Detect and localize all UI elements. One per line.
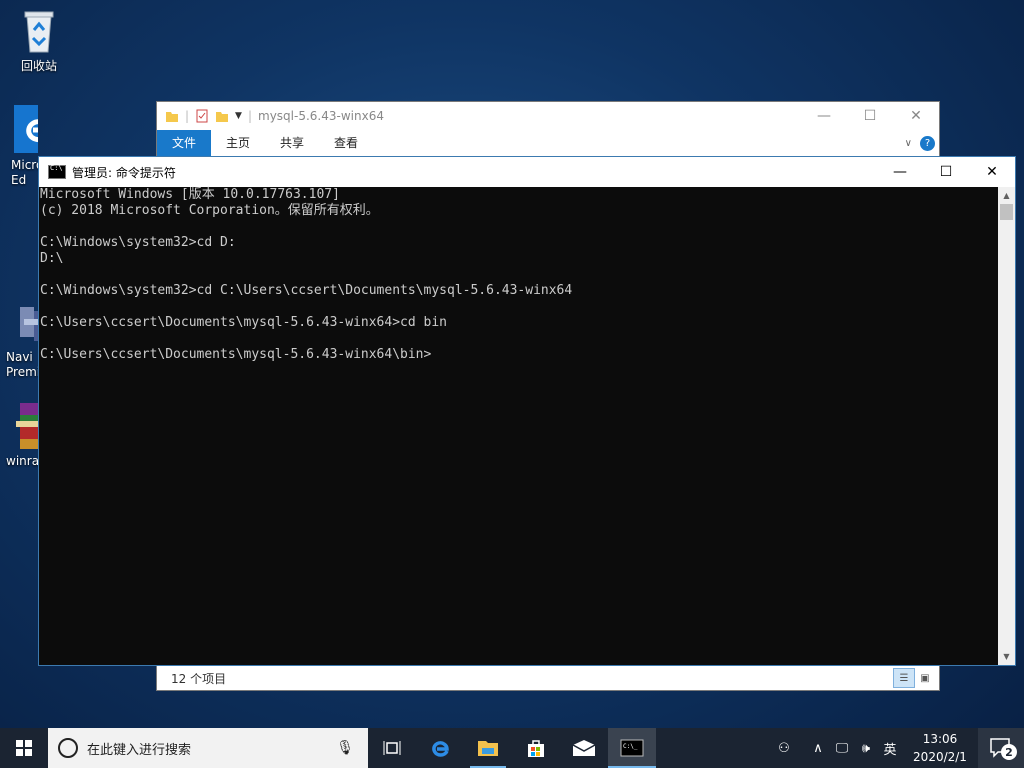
minimize-button[interactable]: — bbox=[877, 157, 923, 187]
explorer-title: mysql-5.6.43-winx64 bbox=[258, 109, 384, 123]
clock-time: 13:06 bbox=[922, 732, 958, 746]
start-button[interactable] bbox=[0, 728, 48, 768]
show-hidden-icons-icon[interactable]: ∧ bbox=[806, 741, 830, 756]
edge-icon bbox=[14, 105, 38, 153]
item-count: 12 个项目 bbox=[171, 671, 227, 686]
taskbar-edge[interactable] bbox=[416, 728, 464, 768]
tab-view[interactable]: 查看 bbox=[319, 130, 373, 156]
search-box[interactable]: 在此键入进行搜索 🎙 bbox=[48, 728, 368, 768]
desktop-icon-navicat[interactable]: Navi Premi bbox=[2, 305, 38, 380]
ribbon-tabs: 文件 主页 共享 查看 ∨ ? bbox=[157, 130, 939, 157]
cmd-title: 管理员: 命令提示符 bbox=[72, 165, 176, 180]
maximize-button[interactable]: ☐ bbox=[847, 102, 893, 130]
winrar-icon bbox=[16, 403, 38, 449]
action-center-button[interactable]: 2 bbox=[978, 728, 1024, 768]
cmd-icon bbox=[48, 164, 66, 179]
scroll-thumb[interactable] bbox=[1000, 204, 1013, 220]
cmd-icon: C:\_ bbox=[620, 739, 644, 757]
console-line: C:\Windows\system32>cd D: bbox=[40, 235, 236, 250]
desktop-icon-label: Navi Premi bbox=[6, 350, 38, 379]
console-line: (c) 2018 Microsoft Corporation。保留所有权利。 bbox=[40, 203, 379, 218]
close-button[interactable]: ✕ bbox=[969, 157, 1015, 187]
details-view-icon[interactable]: ☰ bbox=[893, 668, 915, 688]
store-icon bbox=[528, 740, 544, 757]
volume-icon[interactable]: 🕪 bbox=[854, 741, 878, 756]
desktop-icon-edge[interactable]: Micro Ed bbox=[2, 105, 38, 188]
tab-home[interactable]: 主页 bbox=[211, 130, 265, 156]
input-method-indicator[interactable]: 英 bbox=[878, 739, 902, 758]
quick-access-toolbar: | ▼ | bbox=[165, 109, 252, 123]
maximize-button[interactable]: ☐ bbox=[923, 157, 969, 187]
cmd-titlebar[interactable]: 管理员: 命令提示符 — ☐ ✕ bbox=[39, 157, 1015, 187]
task-view-icon bbox=[383, 741, 401, 755]
clock-date: 2020/2/1 bbox=[913, 750, 967, 764]
console-line: Microsoft Windows [版本 10.0.17763.107] bbox=[40, 187, 340, 202]
customize-qa-icon[interactable]: ▼ bbox=[235, 111, 242, 121]
notification-count-badge: 2 bbox=[1001, 744, 1017, 760]
console-line: D:\ bbox=[40, 251, 64, 266]
edge-icon bbox=[432, 741, 449, 757]
console-output[interactable]: Microsoft Windows [版本 10.0.17763.107] (c)… bbox=[39, 187, 999, 665]
vertical-scrollbar[interactable]: ▲ ▼ bbox=[998, 187, 1015, 665]
mail-icon bbox=[572, 740, 596, 756]
console-line: C:\Users\ccsert\Documents\mysql-5.6.43-w… bbox=[40, 347, 432, 362]
tab-share[interactable]: 共享 bbox=[265, 130, 319, 156]
taskbar-cmd[interactable]: C:\_ bbox=[608, 728, 656, 768]
folder-icon[interactable] bbox=[165, 109, 179, 123]
expand-ribbon-icon[interactable]: ∨ bbox=[905, 138, 912, 149]
clock[interactable]: 13:06 2020/2/1 bbox=[902, 730, 978, 766]
microphone-icon[interactable]: 🎙 bbox=[336, 740, 354, 756]
help-icon[interactable]: ? bbox=[920, 135, 935, 151]
taskbar: 在此键入进行搜索 🎙 C:\_ ⚇ ∧ 🖵 🕪 英 13:06 2020/2/1… bbox=[0, 728, 1024, 768]
desktop-icon-label: winra bbox=[6, 454, 38, 468]
taskbar-mail[interactable] bbox=[560, 728, 608, 768]
large-icons-view-icon[interactable]: ▣ bbox=[915, 669, 935, 687]
desktop-icon-winrar[interactable]: winra bbox=[2, 403, 38, 469]
file-explorer-icon bbox=[478, 741, 498, 756]
properties-icon[interactable] bbox=[195, 109, 209, 123]
console-line: C:\Users\ccsert\Documents\mysql-5.6.43-w… bbox=[40, 315, 447, 330]
scroll-down-icon[interactable]: ▼ bbox=[998, 648, 1015, 665]
close-button[interactable]: ✕ bbox=[893, 102, 939, 130]
svg-text:C:\_: C:\_ bbox=[623, 743, 638, 750]
console-line: C:\Windows\system32>cd C:\Users\ccsert\D… bbox=[40, 283, 573, 298]
minimize-button[interactable]: — bbox=[801, 102, 847, 130]
cortana-icon bbox=[58, 738, 78, 758]
desktop-icon-label: Micro Ed bbox=[11, 158, 38, 187]
network-icon[interactable]: 🖵 bbox=[830, 741, 854, 756]
task-view-button[interactable] bbox=[368, 728, 416, 768]
system-tray: ⚇ ∧ 🖵 🕪 英 13:06 2020/2/1 2 bbox=[772, 728, 1024, 768]
windows-logo-icon bbox=[16, 740, 32, 756]
scroll-up-icon[interactable]: ▲ bbox=[998, 187, 1015, 204]
taskbar-file-explorer[interactable] bbox=[464, 728, 512, 768]
taskbar-store[interactable] bbox=[512, 728, 560, 768]
tab-file[interactable]: 文件 bbox=[157, 130, 211, 156]
app-icon bbox=[20, 307, 38, 341]
search-placeholder: 在此键入进行搜索 bbox=[87, 742, 192, 758]
people-icon[interactable]: ⚇ bbox=[772, 741, 796, 756]
explorer-status-bar: 12 个项目 ☰ ▣ bbox=[157, 666, 939, 690]
explorer-titlebar[interactable]: | ▼ | mysql-5.6.43-winx64 — ☐ ✕ bbox=[157, 102, 939, 130]
command-prompt-window[interactable]: 管理员: 命令提示符 — ☐ ✕ Microsoft Windows [版本 1… bbox=[38, 156, 1016, 666]
new-folder-icon[interactable] bbox=[215, 109, 229, 123]
